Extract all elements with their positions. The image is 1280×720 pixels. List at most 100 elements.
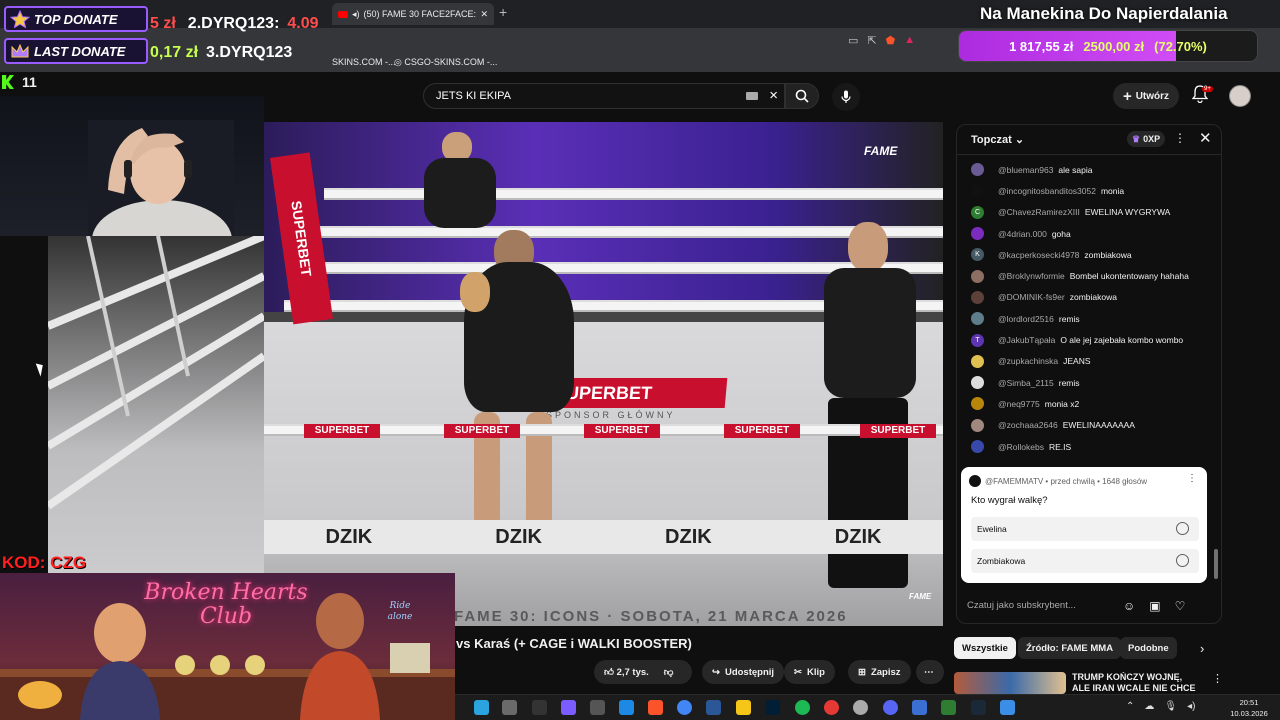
account-avatar[interactable]: [1229, 85, 1251, 107]
dislike-button[interactable]: 👎︎: [664, 666, 674, 678]
chat-close-icon[interactable]: ✕: [1199, 129, 1212, 147]
chat-author[interactable]: @zupkachinska: [998, 356, 1058, 366]
chat-author-avatar[interactable]: [971, 418, 984, 432]
poll-more-icon[interactable]: ⋮: [1187, 473, 1197, 484]
create-button[interactable]: + Utwórz: [1113, 83, 1179, 109]
poll-radio[interactable]: [1176, 522, 1189, 535]
chevron-right-icon[interactable]: ›: [1200, 641, 1204, 656]
save-button[interactable]: ⊞ Zapisz: [848, 660, 911, 684]
chat-author-avatar[interactable]: C: [971, 205, 984, 219]
file-explorer-icon[interactable]: [736, 700, 751, 715]
keyboard-icon[interactable]: [746, 92, 758, 100]
spotify-icon[interactable]: [795, 700, 810, 715]
chat-author-avatar[interactable]: [971, 354, 984, 368]
clear-search-icon[interactable]: ×: [769, 87, 778, 104]
recommended-thumbnail[interactable]: [954, 672, 1066, 694]
new-tab-button[interactable]: +: [499, 4, 507, 20]
close-tab-icon[interactable]: ✕: [480, 9, 488, 20]
poll-option-ewelina[interactable]: Ewelina: [971, 517, 1199, 541]
chevron-up-icon[interactable]: ⌃: [1126, 701, 1134, 712]
search-input[interactable]: JETS KI EKIPA ×: [423, 83, 785, 109]
app-icon[interactable]: [532, 700, 547, 715]
cast-icon[interactable]: ▭: [848, 34, 858, 47]
chat-scrollbar[interactable]: [1214, 159, 1218, 579]
app-icon[interactable]: [1000, 700, 1015, 715]
cloud-icon[interactable]: ☁: [1144, 701, 1154, 712]
xp-badge[interactable]: ♛ 0XP: [1127, 131, 1166, 147]
chat-author-avatar[interactable]: [971, 184, 984, 198]
voice-search-button[interactable]: [832, 83, 860, 111]
recommended-more-icon[interactable]: ⋮: [1212, 672, 1223, 685]
chat-author[interactable]: @ChavezRamirezXIII: [998, 207, 1080, 217]
app-icon[interactable]: [912, 700, 927, 715]
chat-author-avatar[interactable]: [971, 269, 984, 283]
search-button[interactable]: [785, 83, 819, 109]
chat-author[interactable]: @DOMINIK-fs9er: [998, 292, 1065, 302]
chat-author[interactable]: @neq9775: [998, 399, 1040, 409]
chat-author-avatar[interactable]: [971, 440, 984, 453]
app-icon[interactable]: [590, 700, 605, 715]
app-icon[interactable]: [561, 700, 576, 715]
app-icon[interactable]: [853, 700, 868, 715]
chat-author[interactable]: @JakubTąpała: [998, 335, 1055, 345]
discord-icon[interactable]: [883, 700, 898, 715]
volume-icon[interactable]: ◂): [1187, 701, 1195, 712]
camera-icon[interactable]: [502, 700, 517, 715]
clip-button[interactable]: ✂ Klip: [784, 660, 835, 684]
share-button[interactable]: ↪ Udostępnij: [702, 660, 785, 684]
chat-more-icon[interactable]: ⋮: [1174, 131, 1186, 145]
chip-related[interactable]: Podobne: [1120, 637, 1177, 659]
chat-scroll-thumb[interactable]: [1214, 549, 1218, 579]
chat-author[interactable]: @zochaaa2646: [998, 420, 1058, 430]
save-label: Zapisz: [870, 666, 901, 678]
chat-author-avatar[interactable]: T: [971, 333, 984, 347]
video-player[interactable]: FAME SUPERBET SPONSOR GŁÓWNY SUPERBET SU…: [264, 122, 943, 626]
chat-author[interactable]: @blueman963: [998, 165, 1053, 175]
like-button[interactable]: 👍︎ 2,7 tys.: [604, 666, 649, 678]
browser-tab[interactable]: ◂) (50) FAME 30 FACE2FACE: Wa ✕: [332, 3, 494, 25]
chip-all[interactable]: Wszystkie: [954, 637, 1016, 659]
chat-author[interactable]: @Simba_2115: [998, 378, 1054, 388]
chat-author[interactable]: @Broklynwformie: [998, 271, 1065, 281]
chat-author[interactable]: @4drian.000: [998, 229, 1047, 239]
poll-option-zombiakowa[interactable]: Zombiakowa: [971, 549, 1199, 573]
chat-author-avatar[interactable]: [971, 397, 984, 411]
poll-radio[interactable]: [1176, 554, 1189, 567]
more-actions-button[interactable]: ⋯: [916, 660, 944, 684]
heart-icon[interactable]: ♡: [1175, 599, 1186, 613]
steam-icon[interactable]: [971, 700, 986, 715]
system-clock[interactable]: 20:51 10.03.2026: [1224, 695, 1274, 719]
emoji-icon[interactable]: ☺: [1123, 599, 1135, 613]
share-icon[interactable]: ⇱: [867, 34, 876, 47]
bookmark-csgo-skins[interactable]: ◎ CSGO-SKINS.COM -...: [394, 57, 497, 68]
brave-browser-icon[interactable]: [648, 700, 663, 715]
brave-shield-icon[interactable]: ⬟: [886, 34, 896, 47]
chat-input[interactable]: Czatuj jako subskrybent...: [967, 595, 1117, 617]
chat-mode-dropdown[interactable]: Topczat ⌄: [971, 133, 1024, 146]
chat-author-avatar[interactable]: [971, 290, 984, 304]
app-icon[interactable]: [824, 700, 839, 715]
telegram-icon[interactable]: [474, 700, 489, 715]
chat-author[interactable]: @Rollokebs: [998, 442, 1044, 452]
chat-author-avatar[interactable]: K: [971, 248, 984, 262]
chat-author-avatar[interactable]: [971, 163, 984, 177]
chat-author[interactable]: @lordlord2516: [998, 314, 1054, 324]
chat-author[interactable]: @kacperkosecki4978: [998, 250, 1079, 260]
minecraft-icon[interactable]: [941, 700, 956, 715]
chevron-down-icon: ⌄: [1014, 134, 1025, 146]
chat-author-avatar[interactable]: [971, 227, 984, 241]
chrome-icon[interactable]: [677, 700, 692, 715]
photoshop-icon[interactable]: [765, 700, 780, 715]
recommended-title[interactable]: TRUMP KOŃCZY WOJNĘ, ALE IRAN WCALE NIE C…: [1072, 672, 1202, 694]
app-icon[interactable]: [706, 700, 721, 715]
chat-author[interactable]: @incognitosbanditos3052: [998, 186, 1096, 196]
chat-author-avatar[interactable]: [971, 312, 984, 326]
chat-author-avatar[interactable]: [971, 376, 984, 390]
bookmark-skins[interactable]: SKINS.COM -...: [332, 57, 396, 67]
app-icon[interactable]: [619, 700, 634, 715]
rewards-icon[interactable]: ▲: [904, 34, 915, 47]
microphone-tray-icon[interactable]: 🎙︎: [1164, 701, 1177, 712]
super-chat-icon[interactable]: ▣: [1149, 599, 1160, 613]
speaker-icon[interactable]: ◂): [352, 9, 360, 20]
chip-source[interactable]: Źródło: FAME MMA: [1018, 637, 1122, 659]
